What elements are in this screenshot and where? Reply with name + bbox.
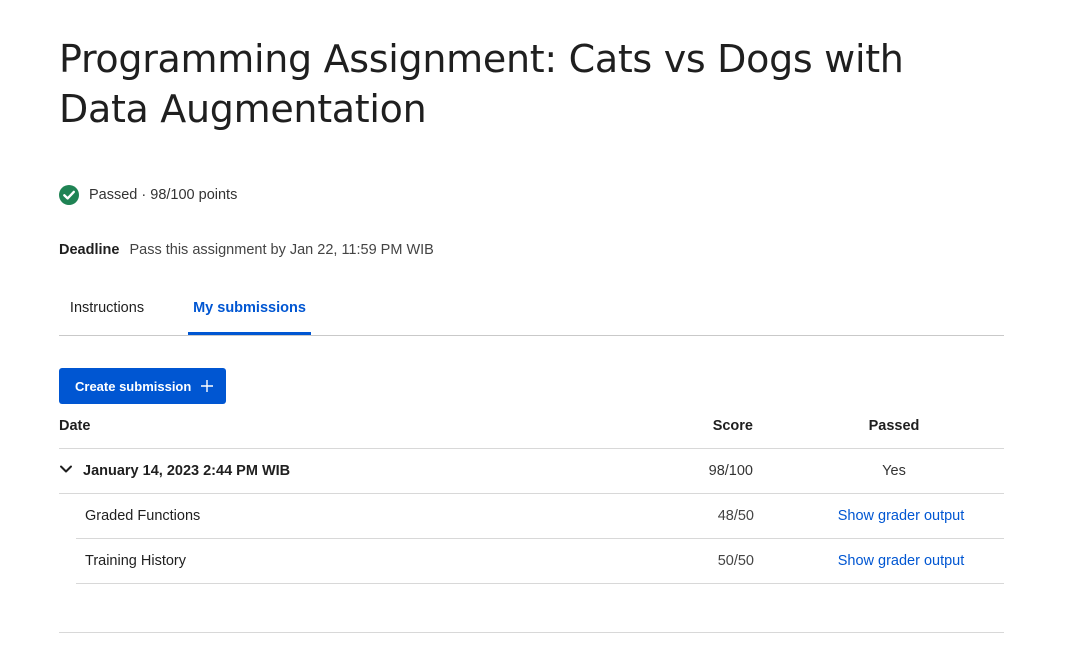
part-score: 48/50 bbox=[717, 508, 754, 524]
tab-bar: Instructions My submissions bbox=[59, 289, 1004, 336]
header-date: Date bbox=[59, 418, 91, 434]
part-name: Training History bbox=[85, 553, 186, 569]
show-grader-output-link[interactable]: Show grader output bbox=[831, 539, 971, 583]
page-title: Programming Assignment: Cats vs Dogs wit… bbox=[59, 37, 904, 131]
submission-score: 98/100 bbox=[708, 463, 753, 479]
part-score: 50/50 bbox=[717, 553, 754, 569]
deadline-label: Deadline bbox=[59, 242, 120, 258]
status-text: Passed · 98/100 points bbox=[89, 187, 238, 203]
tab-my-submissions[interactable]: My submissions bbox=[188, 289, 311, 335]
graded-part-row: Training History 50/50 Show grader outpu… bbox=[76, 539, 1004, 584]
graded-part-row: Graded Functions 48/50 Show grader outpu… bbox=[76, 494, 1004, 539]
deadline-text: Pass this assignment by Jan 22, 11:59 PM… bbox=[129, 242, 434, 258]
submission-passed: Yes bbox=[882, 463, 906, 479]
submission-row: January 14, 2023 2:44 PM WIB 98/100 Yes bbox=[59, 449, 1004, 494]
tab-instructions[interactable]: Instructions bbox=[59, 289, 155, 333]
create-submission-label: Create submission bbox=[75, 378, 192, 394]
submissions-table: Date Score Passed January 14, 2023 2:44 … bbox=[59, 412, 1004, 584]
deadline-row: Deadline Pass this assignment by Jan 22,… bbox=[59, 242, 434, 258]
chevron-down-icon[interactable] bbox=[59, 462, 73, 476]
table-header: Date Score Passed bbox=[59, 412, 1004, 449]
create-submission-button[interactable]: Create submission bbox=[59, 368, 226, 404]
header-score: Score bbox=[712, 418, 753, 434]
part-name: Graded Functions bbox=[85, 508, 201, 524]
plus-icon bbox=[201, 380, 214, 392]
check-circle-icon bbox=[59, 185, 79, 205]
header-passed: Passed bbox=[868, 418, 920, 434]
divider bbox=[59, 632, 1004, 633]
submission-date: January 14, 2023 2:44 PM WIB bbox=[83, 463, 291, 479]
status-row: Passed · 98/100 points bbox=[59, 184, 237, 206]
show-grader-output-link[interactable]: Show grader output bbox=[831, 494, 971, 538]
